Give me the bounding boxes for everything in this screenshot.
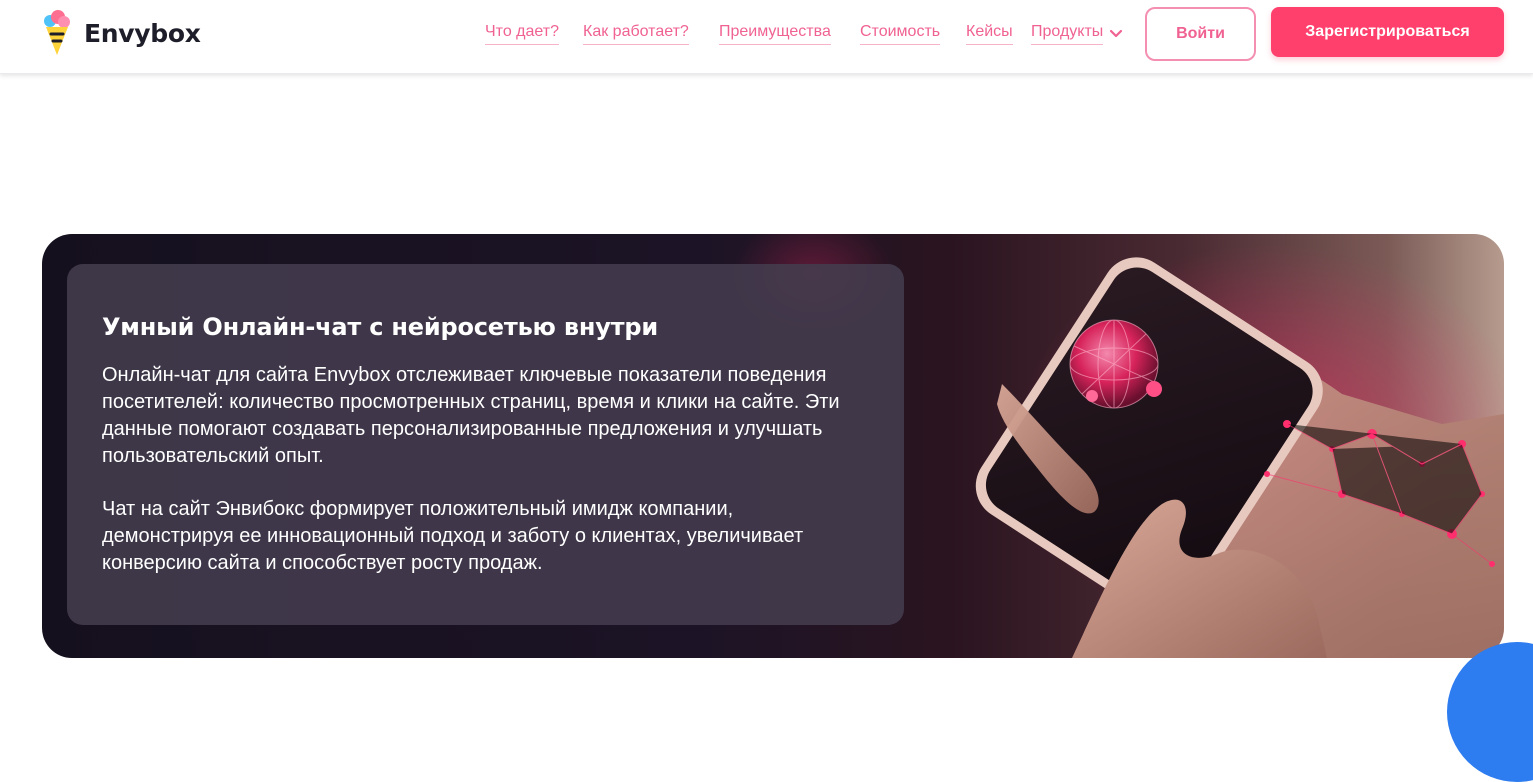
nav-link-cases[interactable]: Кейсы [966,21,1013,45]
nav-link-pricing[interactable]: Стоимость [860,21,941,45]
site-header: Envybox Что дает? Как работает? Преимуще… [0,0,1533,74]
banner-text-card: Умный Онлайн-чат с нейросетью внутри Онл… [67,264,904,625]
banner-paragraph-2: Чат на сайт Энвибокс формирует положител… [102,498,804,574]
ai-chat-banner: Умный Онлайн-чат с нейросетью внутри Онл… [42,234,1504,658]
nav-products-dropdown[interactable]: Продукты [1031,21,1123,45]
chevron-down-icon[interactable] [1109,26,1123,40]
nav-link-advantages[interactable]: Преимущества [719,21,831,45]
nav-link-products[interactable]: Продукты [1031,21,1104,45]
banner-title: Умный Онлайн-чат с нейросетью внутри [102,313,658,341]
nav-link-what-it-gives[interactable]: Что дает? [485,21,559,45]
chat-widget-button[interactable] [1447,642,1533,782]
login-button[interactable]: Войти [1145,7,1256,61]
banner-paragraph-1: Онлайн-чат для сайта Envybox отслеживает… [102,364,840,467]
nav-link-how-it-works[interactable]: Как работает? [583,21,689,45]
register-button[interactable]: Зарегистрироваться [1271,7,1504,57]
